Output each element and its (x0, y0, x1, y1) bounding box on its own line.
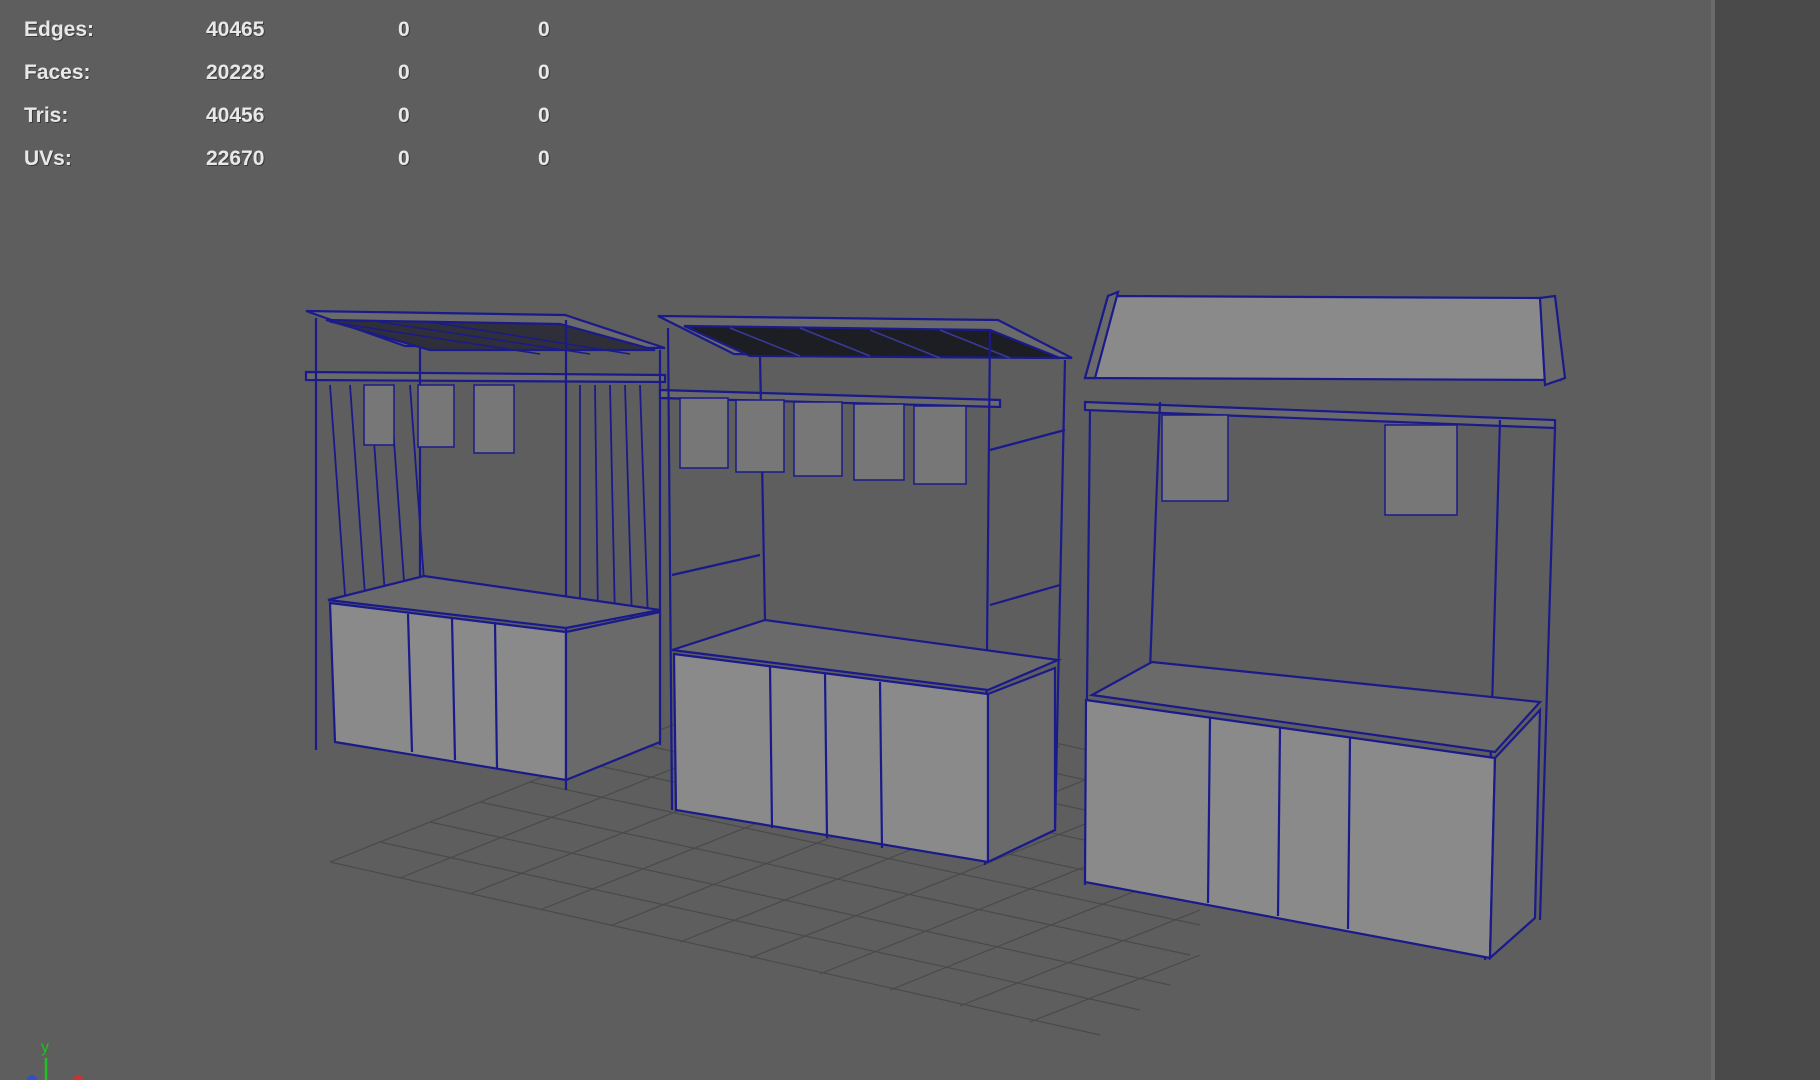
3d-viewport[interactable]: Edges: 40465 0 0 Faces: 20228 0 0 Tris: … (0, 0, 1711, 1080)
right-side-panel (1715, 0, 1820, 1080)
axis-y-label: y (41, 1039, 49, 1056)
market-stall-1[interactable] (304, 309, 667, 790)
market-stall-3[interactable] (1083, 290, 1567, 961)
scene-render[interactable] (0, 0, 1711, 1080)
axis-gizmo: y (27, 1039, 83, 1080)
market-stall-2[interactable] (657, 314, 1073, 866)
